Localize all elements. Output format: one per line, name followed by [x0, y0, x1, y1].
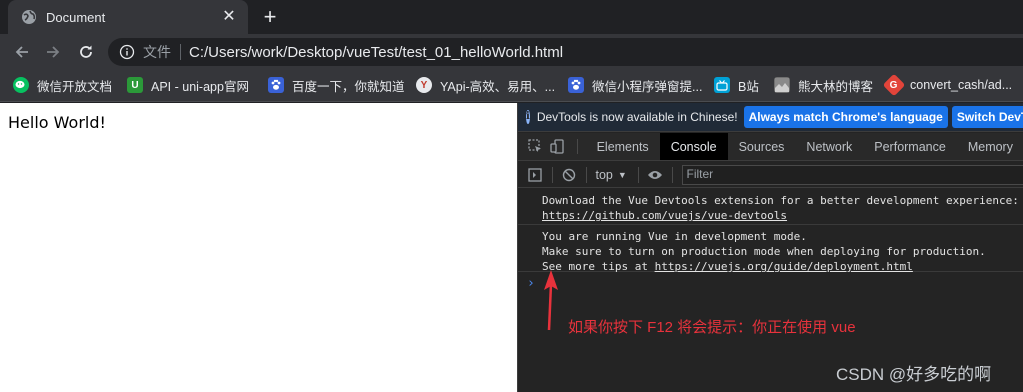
toolbar-divider	[551, 166, 553, 183]
site-info-icon[interactable]	[119, 44, 135, 60]
console-message-text: Download the Vue Devtools extension for …	[542, 194, 1019, 207]
tab-network[interactable]: Network	[795, 133, 863, 160]
tab-title: Document	[46, 9, 106, 25]
bookmark-label: convert_cash/ad...	[910, 78, 1013, 92]
devtools-panel: i DevTools is now available in Chinese! …	[517, 103, 1023, 392]
filter-input[interactable]: Filter	[681, 164, 1023, 185]
console-link[interactable]: https://vuejs.org/guide/deployment.html	[655, 260, 913, 273]
back-icon[interactable]	[11, 41, 33, 63]
bookmark-item[interactable]: 微信小程序弹窗提...	[568, 70, 702, 100]
close-tab-icon[interactable]: ✕	[220, 8, 238, 26]
inspect-element-icon[interactable]	[524, 133, 546, 160]
address-divider	[180, 44, 181, 60]
blog-avatar-icon	[774, 77, 790, 93]
toolbar-divider	[585, 166, 587, 183]
bookmark-item[interactable]: 微信开放文档	[13, 70, 112, 100]
bookmark-label: B站	[738, 79, 759, 94]
bookmark-label: 微信开放文档	[37, 79, 113, 94]
context-label: top	[595, 167, 613, 182]
devtools-language-infobar: i DevTools is now available in Chinese! …	[518, 103, 1023, 132]
hello-text: Hello World!	[8, 113, 106, 132]
yapi-icon: Y	[416, 77, 432, 93]
tab-sources[interactable]: Sources	[728, 133, 796, 160]
file-scheme-chip: 文件	[143, 44, 171, 60]
bookmark-item[interactable]: U API - uni-app官网	[127, 70, 249, 100]
wechat-icon	[13, 77, 29, 93]
git-icon: G	[882, 73, 906, 97]
bookmarks-bar: 微信开放文档 U API - uni-app官网 百度一下，你就知道 Y YAp…	[0, 70, 1023, 102]
tab-divider	[576, 139, 578, 154]
clear-console-icon[interactable]	[558, 163, 581, 187]
bookmark-item[interactable]: G convert_cash/ad...	[882, 70, 1013, 100]
url-text[interactable]: C:/Users/work/Desktop/vueTest/test_01_he…	[189, 44, 563, 61]
browser-toolbar: 文件 C:/Users/work/Desktop/vueTest/test_01…	[0, 34, 1023, 70]
red-arrow-icon	[544, 270, 558, 331]
tab-memory[interactable]: Memory	[957, 133, 1023, 160]
bookmark-label: 熊大林的博客	[798, 79, 874, 94]
bookmark-item[interactable]: 熊大林的博客	[774, 70, 873, 100]
context-selector[interactable]: top ▼	[592, 168, 633, 182]
devtools-tab-bar: Elements Console Sources Network Perform…	[518, 133, 1023, 161]
bookmark-label: 百度一下，你就知道	[292, 79, 405, 94]
bookmark-item[interactable]: Y YApi-高效、易用、...	[416, 70, 555, 100]
tab-document[interactable]: Document ✕	[8, 0, 248, 34]
sidebar-toggle-icon[interactable]	[524, 163, 547, 187]
new-tab-icon[interactable]: +	[259, 6, 281, 28]
bookmark-label: YApi-高效、易用、...	[440, 79, 556, 94]
dropdown-caret-icon: ▼	[617, 169, 627, 180]
console-message-text: Make sure to turn on production mode whe…	[542, 245, 986, 258]
console-link[interactable]: https://github.com/vuejs/vue-devtools	[542, 208, 1023, 223]
baidu-paw-icon	[268, 77, 284, 93]
bilibili-icon	[714, 77, 730, 93]
console-message: You are running Vue in development mode.…	[518, 225, 1023, 273]
tab-console[interactable]: Console	[659, 133, 728, 160]
console-message: Download the Vue Devtools extension for …	[518, 189, 1023, 225]
tab-performance[interactable]: Performance	[863, 133, 957, 160]
tab-strip: Document ✕ +	[0, 0, 1023, 34]
forward-icon[interactable]	[42, 41, 64, 63]
globe-icon	[21, 9, 37, 25]
tab-elements[interactable]: Elements	[586, 133, 660, 160]
device-toolbar-icon[interactable]	[546, 133, 568, 160]
bookmark-label: 微信小程序弹窗提...	[592, 79, 703, 94]
bookmark-item[interactable]: B站	[714, 70, 759, 100]
console-message-text: You are running Vue in development mode.	[542, 230, 807, 243]
toolbar-divider	[637, 166, 639, 183]
uniapp-icon: U	[127, 77, 143, 93]
address-bar[interactable]: 文件 C:/Users/work/Desktop/vueTest/test_01…	[108, 38, 1023, 66]
eye-icon[interactable]	[644, 163, 667, 187]
switch-language-button[interactable]: Switch DevTo	[951, 106, 1023, 128]
bookmark-item[interactable]: 百度一下，你就知道	[268, 70, 405, 100]
page-viewport: Hello World!	[0, 103, 517, 392]
match-language-button[interactable]: Always match Chrome's language	[743, 106, 948, 128]
bookmark-label: API - uni-app官网	[151, 79, 249, 94]
csdn-watermark: CSDN @好多吃的啊	[836, 365, 992, 384]
info-icon: i	[526, 110, 530, 124]
infobar-message: DevTools is now available in Chinese!	[536, 110, 738, 124]
baidu-paw-icon	[568, 77, 584, 93]
annotation-text: 如果你按下 F12 将会提示：你正在使用 vue	[568, 319, 856, 336]
toolbar-divider	[671, 166, 673, 183]
console-prompt[interactable]: ›	[527, 276, 535, 291]
console-toolbar: top ▼ Filter	[518, 162, 1023, 188]
reload-icon[interactable]	[75, 41, 97, 63]
